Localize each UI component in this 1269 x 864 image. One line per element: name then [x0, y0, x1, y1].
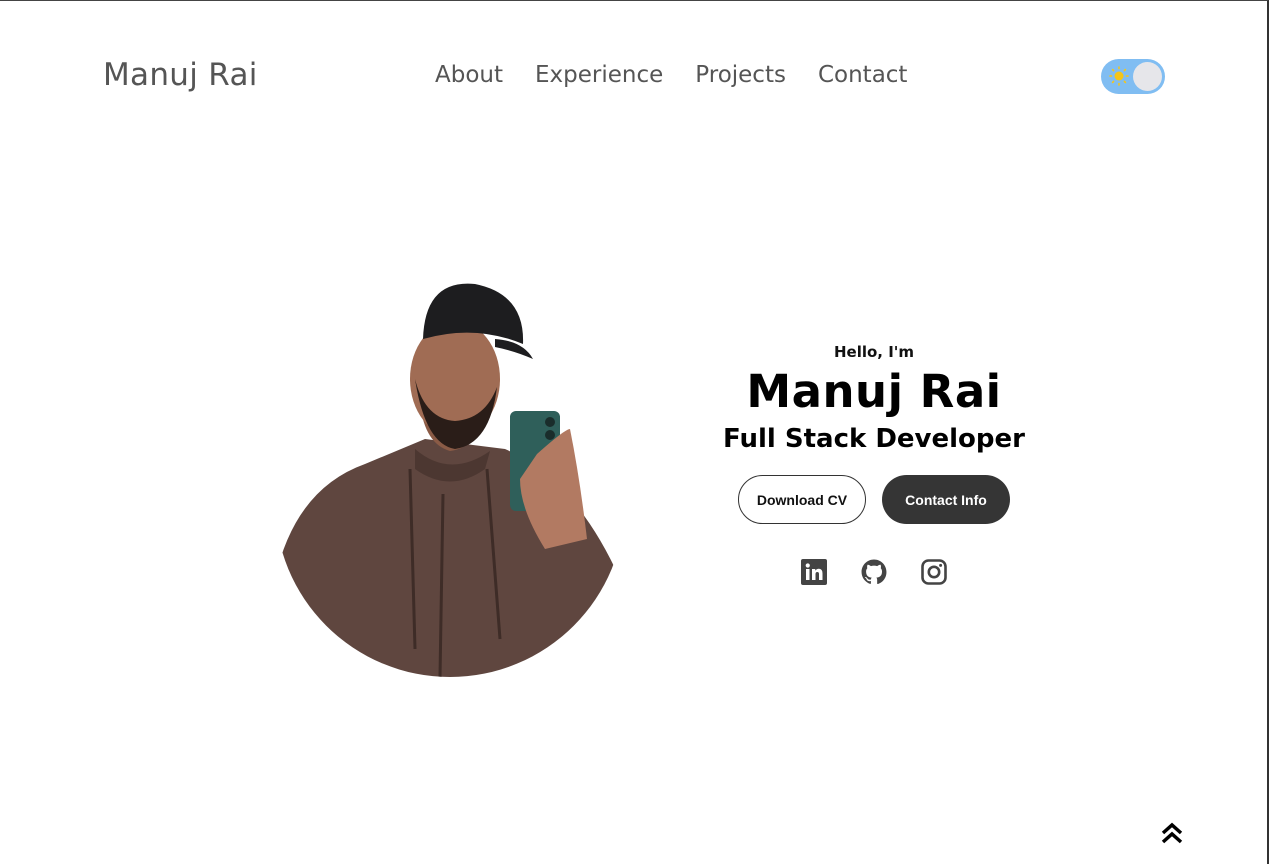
sun-icon	[1109, 66, 1129, 86]
github-icon[interactable]	[861, 559, 887, 585]
instagram-icon[interactable]	[921, 559, 947, 585]
hero-intro: Hello, I'm Manuj Rai Full Stack Develope…	[720, 341, 1028, 585]
contact-info-button[interactable]: Contact Info	[882, 475, 1010, 524]
site-logo[interactable]: Manuj Rai	[103, 57, 258, 93]
toggle-knob	[1133, 62, 1162, 91]
double-chevron-up-icon[interactable]	[1160, 821, 1184, 845]
nav-experience[interactable]: Experience	[535, 62, 663, 88]
theme-toggle[interactable]	[1101, 59, 1165, 94]
linkedin-icon[interactable]	[801, 559, 827, 585]
nav-contact[interactable]: Contact	[818, 62, 907, 88]
nav-about[interactable]: About	[435, 62, 503, 88]
social-links	[720, 559, 1028, 585]
profile-photo	[275, 283, 625, 677]
download-cv-button[interactable]: Download CV	[738, 475, 866, 524]
hero-name: Manuj Rai	[746, 365, 1002, 418]
hero-role: Full Stack Developer	[723, 424, 1025, 454]
hero-buttons: Download CV Contact Info	[720, 475, 1028, 524]
nav-projects[interactable]: Projects	[695, 62, 786, 88]
main-nav: About Experience Projects Contact	[435, 62, 907, 88]
greeting: Hello, I'm	[833, 343, 915, 361]
